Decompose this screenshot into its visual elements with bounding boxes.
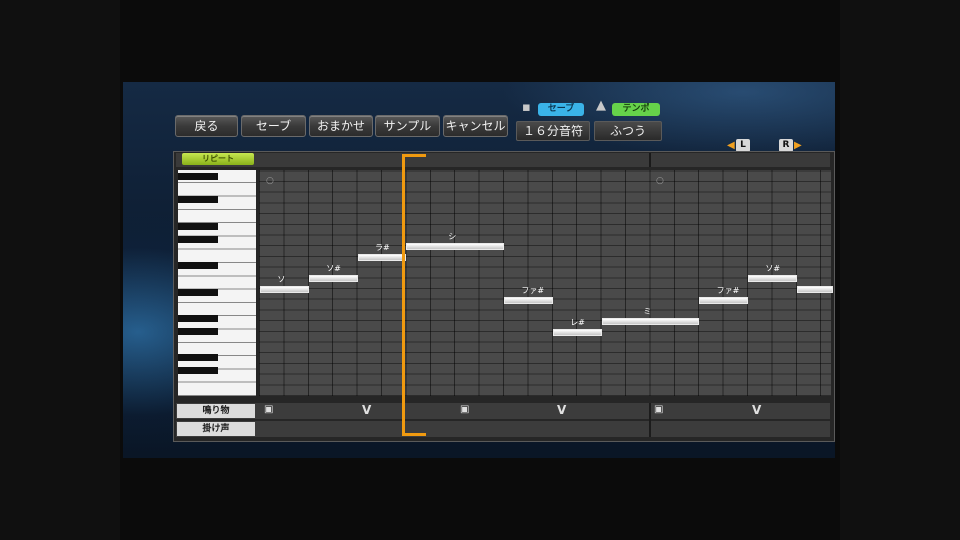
- shout-row[interactable]: [176, 421, 830, 437]
- black-key[interactable]: [178, 328, 218, 335]
- v-mark-icon[interactable]: V: [557, 403, 566, 417]
- black-key[interactable]: [178, 367, 218, 374]
- note-bar[interactable]: [260, 286, 309, 293]
- cancel-button[interactable]: キャンセル: [443, 115, 508, 137]
- drum-icon[interactable]: ▣: [460, 404, 469, 416]
- tempo-select[interactable]: ふつう: [594, 121, 662, 141]
- timeline-divider: [649, 153, 651, 167]
- note-label: ラ#: [375, 242, 390, 252]
- black-key[interactable]: [178, 223, 218, 230]
- note-bar[interactable]: [796, 286, 833, 293]
- lower-row-divider: [649, 403, 651, 437]
- black-key[interactable]: [178, 262, 218, 269]
- black-key[interactable]: [178, 289, 218, 296]
- note-label: ミ: [643, 307, 652, 317]
- right-letterbox: [840, 0, 960, 540]
- left-letterbox: [0, 0, 120, 540]
- disk-icon: ▪: [522, 100, 531, 115]
- note-label: シ: [448, 232, 457, 242]
- note-bar[interactable]: [357, 253, 407, 261]
- black-key[interactable]: [178, 354, 218, 361]
- note-label: ファ#: [716, 285, 740, 295]
- note-label: ソ#: [326, 264, 341, 274]
- note-label: ソ: [277, 275, 286, 284]
- v-mark-icon[interactable]: V: [362, 403, 371, 417]
- omakase-button[interactable]: おまかせ: [309, 115, 373, 137]
- repeat-button[interactable]: リピート: [182, 153, 254, 165]
- note-bar[interactable]: [504, 296, 553, 304]
- playhead-bottom-cap: [402, 433, 426, 436]
- note-bar[interactable]: [406, 243, 504, 251]
- save-mode-pill: セーブ: [538, 103, 584, 116]
- save-button[interactable]: セーブ: [241, 115, 306, 137]
- drum-icon[interactable]: ▣: [654, 404, 663, 416]
- note-length-select[interactable]: １６分音符: [516, 121, 590, 141]
- note-grid[interactable]: [259, 170, 831, 396]
- note-bar[interactable]: [699, 296, 748, 304]
- black-key[interactable]: [178, 236, 218, 243]
- back-button[interactable]: 戻る: [175, 115, 238, 137]
- note-bar[interactable]: [552, 328, 602, 336]
- v-mark-icon[interactable]: V: [752, 403, 761, 417]
- note-label: ファ#: [521, 285, 545, 295]
- metronome-icon: ▲: [596, 98, 606, 113]
- playhead[interactable]: [402, 154, 405, 436]
- piano-keyboard[interactable]: [178, 170, 256, 396]
- percussion-row[interactable]: [176, 403, 830, 419]
- drum-icon[interactable]: ▣: [264, 404, 273, 416]
- note-label: レ#: [570, 317, 585, 327]
- shout-row-label: 掛け声: [177, 422, 255, 436]
- black-key[interactable]: [178, 315, 218, 322]
- note-bar[interactable]: [308, 275, 358, 283]
- note-bar[interactable]: [748, 275, 797, 283]
- sample-button[interactable]: サンプル: [375, 115, 440, 137]
- note-label: ソ#: [765, 264, 781, 274]
- tempo-pill: テンポ: [612, 103, 660, 116]
- black-key[interactable]: [178, 173, 218, 180]
- measure-marker-icon: ○: [266, 176, 274, 186]
- playhead-top-cap: [402, 154, 426, 157]
- black-key[interactable]: [178, 196, 218, 203]
- measure-marker-icon: ○: [656, 176, 664, 186]
- percussion-row-label: 鳴り物: [177, 404, 255, 418]
- timeline-bar: [176, 153, 830, 167]
- note-bar[interactable]: [601, 318, 700, 326]
